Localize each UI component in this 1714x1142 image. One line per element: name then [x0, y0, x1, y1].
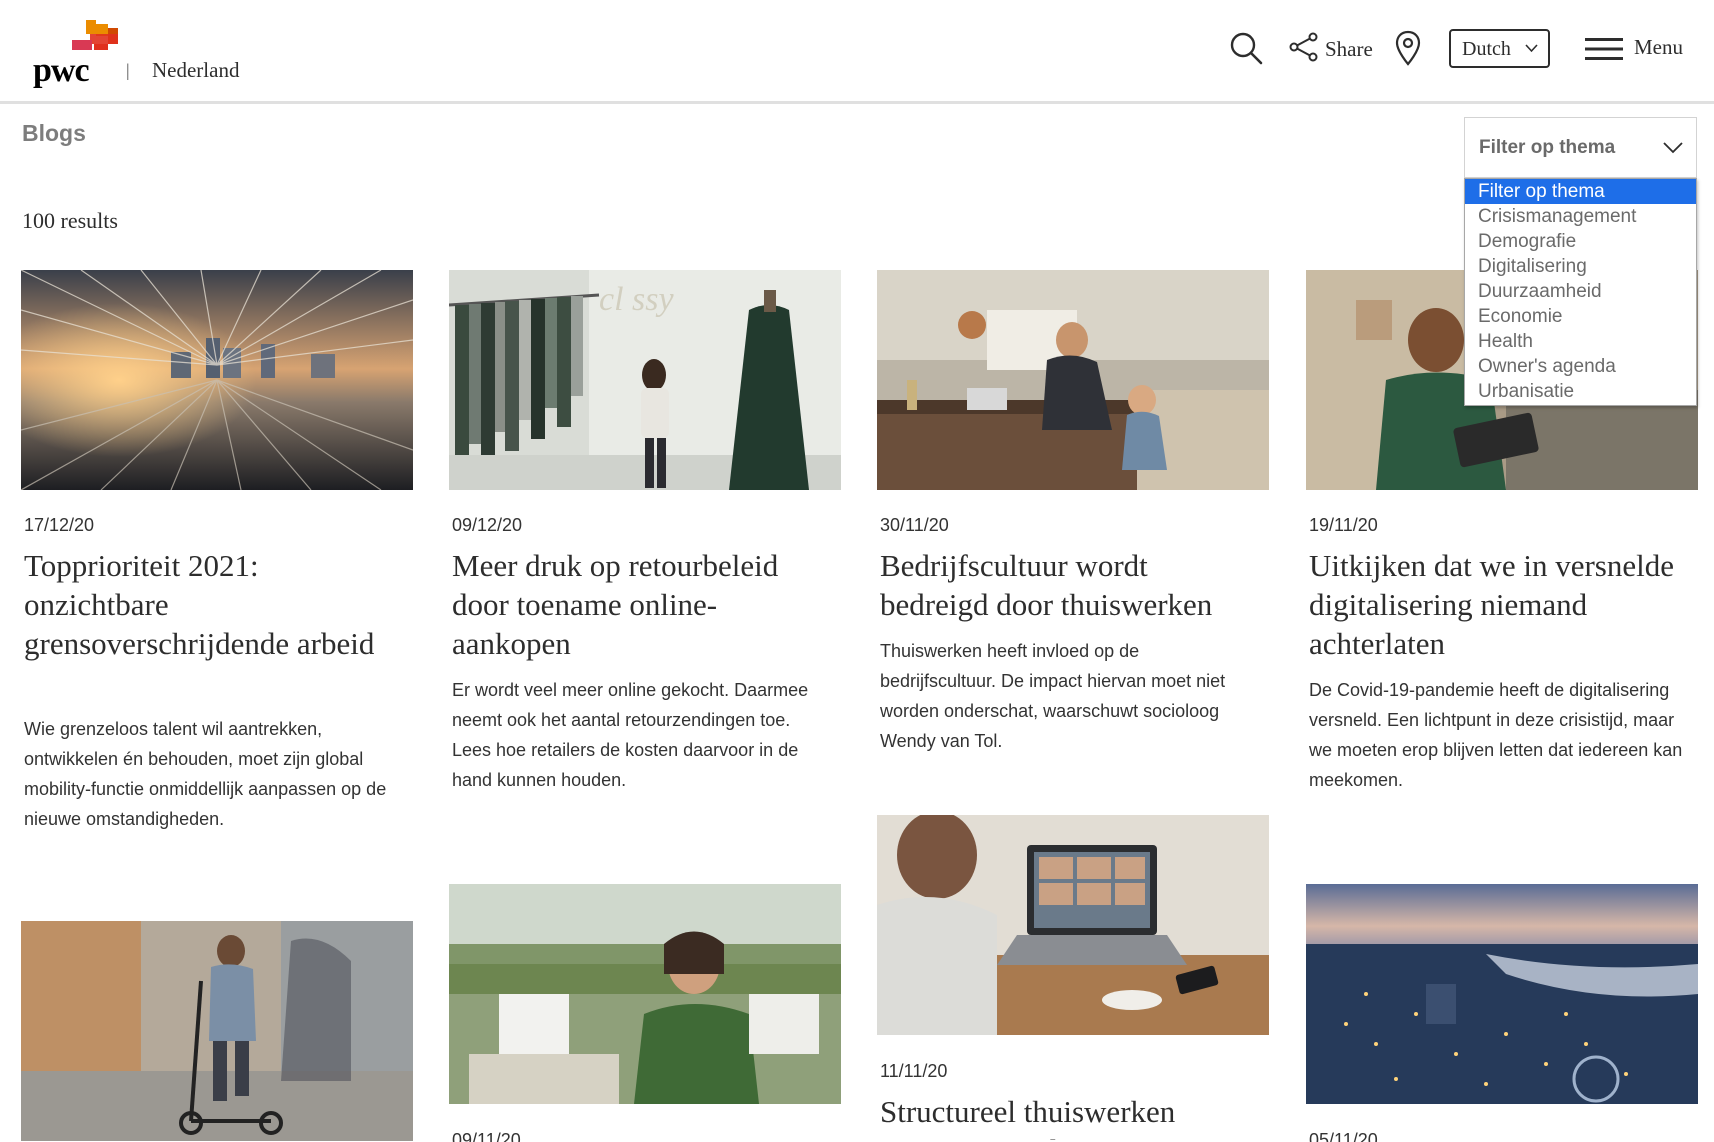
page-title: Blogs [22, 120, 86, 146]
card-title[interactable]: Structureel thuiswerken vraagt om andere… [880, 1092, 1260, 1140]
share-icon[interactable] [1289, 32, 1319, 62]
filter-option[interactable]: Crisismanagement [1465, 204, 1696, 229]
svg-text:cl ssy: cl ssy [599, 281, 675, 318]
card-image-industrial-river[interactable] [1306, 884, 1698, 1104]
card-title[interactable]: Bedrijfscultuur wordt bedreigd door thui… [880, 546, 1260, 624]
filter-option[interactable]: Owner's agenda [1465, 354, 1696, 379]
card-date: 09/11/20 [452, 1130, 521, 1142]
card-title[interactable]: Topprioriteit 2021: onzichtbare grensove… [24, 546, 394, 663]
filter-option[interactable]: Digitalisering [1465, 254, 1696, 279]
chevron-down-icon [1663, 142, 1683, 154]
card-description: Er wordt veel meer online gekocht. Daarm… [452, 680, 809, 790]
card-date: 19/11/20 [1309, 515, 1378, 535]
card-date: 17/12/20 [24, 515, 95, 535]
card-image-speed-city[interactable] [21, 270, 413, 490]
card-image-clothing-store[interactable]: cl ssy [449, 270, 841, 490]
theme-filter-select[interactable]: Filter op thema [1464, 117, 1697, 178]
filter-label: Filter op thema [1479, 137, 1616, 158]
theme-filter-dropdown: Filter op thema Crisismanagement Demogra… [1464, 178, 1697, 406]
card-date: 09/12/20 [452, 515, 523, 535]
language-select[interactable]: Dutch [1449, 29, 1550, 68]
filter-option[interactable]: Duurzaamheid [1465, 279, 1696, 304]
logo-separator: | [126, 60, 130, 80]
card-description: De Covid-19-pandemie heeft de digitalise… [1309, 680, 1683, 790]
filter-option[interactable]: Health [1465, 329, 1696, 354]
card-description: Wie grenzeloos talent wil aantrekken, on… [24, 719, 387, 829]
card-title[interactable]: Meer druk op retourbeleid door toename o… [452, 546, 822, 663]
filter-option[interactable]: Economie [1465, 304, 1696, 329]
hamburger-menu-icon[interactable] [1585, 36, 1623, 62]
card-image-woman-office[interactable] [449, 884, 841, 1104]
menu-label[interactable]: Menu [1634, 35, 1683, 60]
language-label: Dutch [1462, 38, 1511, 60]
card-date: 30/11/20 [880, 515, 949, 535]
card-image-video-call[interactable] [877, 815, 1269, 1035]
filter-option[interactable]: Filter op thema [1465, 179, 1696, 204]
card-title[interactable]: Uitkijken dat we in versnelde digitalise… [1309, 546, 1679, 663]
site-header: pwc | Nederland Share Dutch Menu [0, 0, 1714, 104]
filter-option[interactable]: Urbanisatie [1465, 379, 1696, 404]
results-count: 100 results [22, 208, 118, 233]
filter-option[interactable]: Demografie [1465, 229, 1696, 254]
card-date: 05/11/20 [1309, 1130, 1378, 1142]
country-label[interactable]: Nederland [152, 58, 239, 83]
share-label[interactable]: Share [1325, 37, 1373, 62]
card-image-scooter-commuter[interactable] [21, 921, 413, 1141]
location-pin-icon[interactable] [1394, 30, 1422, 66]
card-image-home-office[interactable] [877, 270, 1269, 490]
card-description: Thuiswerken heeft invloed op de bedrijfs… [880, 641, 1226, 751]
card-date: 11/11/20 [880, 1061, 948, 1081]
chevron-down-icon [1525, 44, 1538, 53]
logo-wordmark[interactable]: pwc [33, 52, 90, 90]
search-icon[interactable] [1228, 30, 1264, 66]
